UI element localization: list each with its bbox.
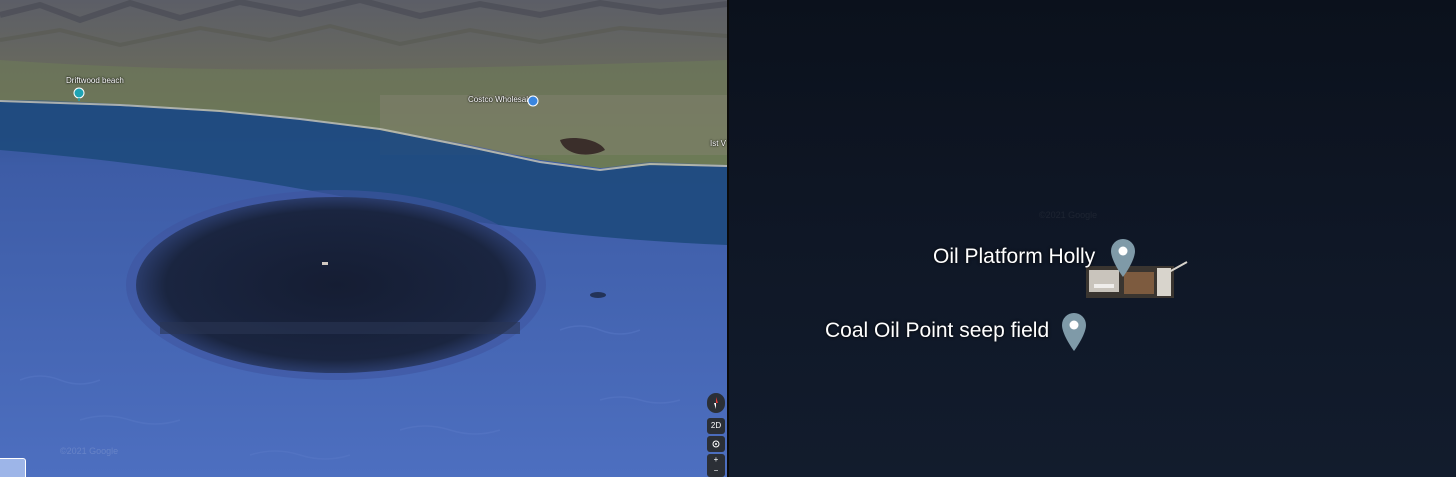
shopping-pin-icon (527, 95, 539, 107)
satellite-closeup-view[interactable]: ©2021 Google Oil Platform Holly Coal Oil… (729, 0, 1456, 477)
place-label: Costco Wholesale (468, 95, 533, 104)
terrain-imagery (0, 0, 727, 477)
place-label-truncated: Ist V (710, 139, 727, 148)
pin-label: Oil Platform Holly (933, 245, 1096, 268)
compass-button[interactable] (707, 393, 725, 413)
zoom-out-button[interactable]: − (707, 465, 725, 476)
dark-water-area (136, 197, 536, 373)
platform-marker (322, 262, 328, 265)
location-pin-icon (1111, 239, 1135, 277)
compass-icon (714, 397, 718, 409)
locate-button[interactable] (707, 436, 725, 452)
satellite-3d-view[interactable]: Driftwood beach Costco Wholesale Ist V ©… (0, 0, 727, 477)
zoom-control[interactable]: + − (707, 454, 725, 477)
place-label: Driftwood beach (66, 76, 124, 85)
dark-water-imagery (729, 0, 1456, 477)
google-watermark: ©2021 Google (1039, 210, 1098, 220)
minimap-thumbnail[interactable] (0, 458, 26, 477)
location-pin-icon (1062, 313, 1086, 351)
2d-toggle-button[interactable]: 2D (707, 418, 725, 434)
pin-label: Coal Oil Point seep field (825, 319, 1050, 342)
zoom-in-button[interactable]: + (707, 454, 725, 465)
google-watermark: ©2021 Google (60, 446, 119, 456)
beach-pin-icon (73, 87, 85, 101)
locate-icon (712, 440, 720, 448)
